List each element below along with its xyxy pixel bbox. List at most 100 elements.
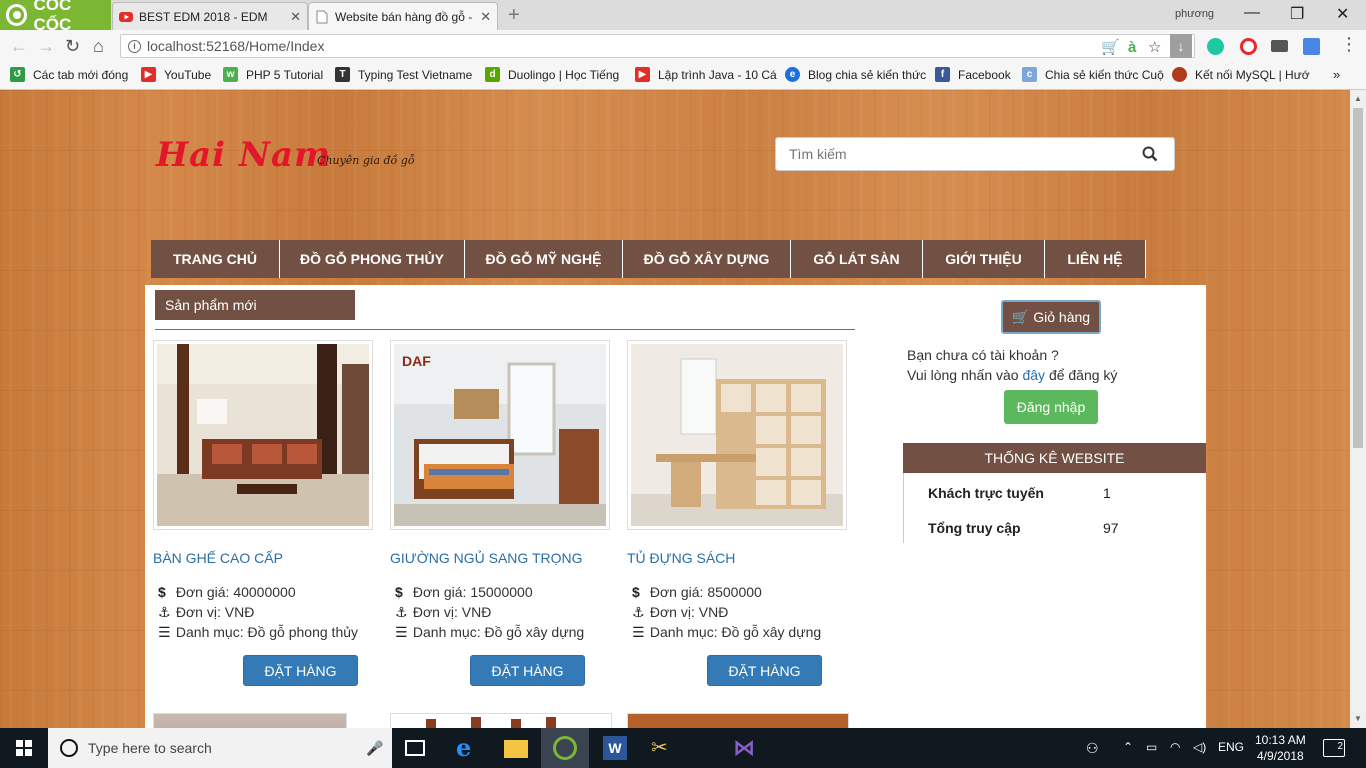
list-icon: ☰ bbox=[158, 624, 171, 640]
opera-icon[interactable] bbox=[1240, 38, 1257, 55]
cast-icon[interactable] bbox=[1271, 40, 1288, 52]
restore-icon[interactable]: ❐ bbox=[1290, 4, 1304, 24]
word-icon[interactable]: W bbox=[603, 736, 627, 760]
coccoc-logo[interactable]: CỐC CỐC bbox=[0, 0, 111, 34]
close-window-icon[interactable]: ✕ bbox=[1336, 4, 1349, 24]
scroll-up-icon[interactable]: ▲ bbox=[1354, 94, 1362, 103]
product-name[interactable]: TỦ ĐỰNG SÁCH bbox=[627, 550, 735, 566]
home-icon[interactable]: ⌂ bbox=[93, 36, 104, 57]
tab-close-icon[interactable]: ✕ bbox=[472, 9, 491, 25]
page-scrollbar[interactable]: ▲ ▼ bbox=[1350, 90, 1366, 728]
show-hidden-icons-icon[interactable]: ⌃ bbox=[1123, 740, 1133, 754]
menu-dots-icon[interactable]: ⋮ bbox=[1340, 34, 1358, 55]
coccoc-taskbar-icon[interactable] bbox=[553, 736, 577, 760]
new-tab-icon[interactable]: + bbox=[508, 4, 520, 27]
battery-icon[interactable]: ▭ bbox=[1146, 740, 1157, 754]
browser-tab-bar: CỐC CỐC BEST EDM 2018 - EDM ✕ Website bá… bbox=[0, 0, 1366, 34]
stats-title: THỐNG KÊ WEBSITE bbox=[903, 443, 1206, 473]
bookmark-item[interactable]: w PHP 5 Tutorial bbox=[223, 67, 323, 82]
dollar-icon: $ bbox=[158, 584, 166, 600]
facebook-icon: f bbox=[935, 67, 950, 82]
minimize-icon[interactable]: — bbox=[1244, 4, 1260, 22]
bookmark-star-icon[interactable]: ☆ bbox=[1148, 37, 1161, 59]
back-icon[interactable]: ← bbox=[10, 36, 28, 57]
product-image[interactable] bbox=[627, 713, 849, 728]
anchor-icon: ⚓ bbox=[158, 604, 171, 620]
tab-youtube[interactable]: BEST EDM 2018 - EDM ✕ bbox=[112, 2, 308, 30]
windows-start-icon[interactable] bbox=[16, 740, 32, 756]
site-info-icon[interactable]: i bbox=[128, 40, 141, 53]
login-button[interactable]: Đăng nhập bbox=[1004, 390, 1098, 424]
bookmark-label: Duolingo | Học Tiếng bbox=[508, 67, 620, 82]
tab-close-icon[interactable]: ✕ bbox=[282, 9, 301, 25]
bookmark-item[interactable]: d Duolingo | Học Tiếng bbox=[485, 67, 619, 82]
product-image[interactable] bbox=[153, 340, 373, 530]
edge-icon[interactable]: e bbox=[456, 736, 480, 760]
register-link[interactable]: đây bbox=[1022, 367, 1045, 383]
menu-item-do-go-phong-thuy[interactable]: ĐỒ GỖ PHONG THỦY bbox=[280, 240, 465, 278]
bookmark-item[interactable]: ▶ YouTube bbox=[141, 67, 211, 82]
scroll-down-icon[interactable]: ▼ bbox=[1354, 714, 1362, 723]
shopping-cart-icon[interactable]: 🛒 bbox=[1101, 37, 1120, 59]
product-name[interactable]: BÀN GHẾ CAO CẤP bbox=[153, 550, 283, 566]
product-image[interactable]: DAF bbox=[390, 340, 610, 530]
microphone-icon[interactable]: 🎤 bbox=[366, 740, 383, 757]
list-icon: ☰ bbox=[632, 624, 645, 640]
price-label: Đơn giá: bbox=[649, 584, 704, 600]
forward-icon[interactable]: → bbox=[37, 36, 55, 57]
unit-value: VNĐ bbox=[461, 604, 492, 620]
file-explorer-icon[interactable] bbox=[504, 740, 528, 758]
people-icon[interactable]: ⚇ bbox=[1086, 740, 1099, 757]
taskbar-search[interactable]: Type here to search 🎤 bbox=[48, 728, 392, 768]
product-name[interactable]: GIƯỜNG NGỦ SANG TRỌNG bbox=[390, 550, 583, 566]
menu-item-gioi-thieu[interactable]: GIỚI THIỆU bbox=[923, 240, 1045, 278]
bookmark-item[interactable]: e Blog chia sẻ kiến thức bbox=[785, 67, 926, 82]
order-button[interactable]: ĐẶT HÀNG bbox=[707, 655, 822, 686]
menu-item-do-go-xay-dung[interactable]: ĐỒ GỖ XÂY DỰNG bbox=[623, 240, 791, 278]
tools-icon[interactable]: ✂ bbox=[651, 736, 675, 760]
bookmark-item[interactable]: c Chia sẻ kiến thức Cuộ bbox=[1022, 67, 1164, 82]
menu-item-lien-he[interactable]: LIÊN HỆ bbox=[1045, 240, 1146, 278]
scroll-thumb[interactable] bbox=[1353, 108, 1363, 448]
menu-item-do-go-my-nghe[interactable]: ĐỒ GỖ MỸ NGHỆ bbox=[465, 240, 623, 278]
bookmark-item[interactable]: T Typing Test Vietname bbox=[335, 67, 472, 82]
url-bar[interactable]: i localhost:52168/Home/Index 🛒 à ☆ bbox=[120, 34, 1195, 58]
bookmark-item[interactable]: f Facebook bbox=[935, 67, 1011, 82]
order-button[interactable]: ĐẶT HÀNG bbox=[470, 655, 585, 686]
menu-item-go-lat-san[interactable]: GỖ LÁT SÀN bbox=[791, 240, 923, 278]
product-image[interactable] bbox=[627, 340, 847, 530]
order-button[interactable]: ĐẶT HÀNG bbox=[243, 655, 358, 686]
stat-online-value: 1 bbox=[1103, 485, 1111, 501]
visual-studio-icon[interactable]: ⋈ bbox=[733, 736, 757, 760]
translate-icon[interactable] bbox=[1303, 38, 1320, 55]
bookmark-label: Chia sẻ kiến thức Cuộ bbox=[1045, 67, 1164, 82]
wifi-icon[interactable]: ◠ bbox=[1170, 740, 1180, 754]
vietnamese-input-icon[interactable]: à bbox=[1128, 37, 1136, 59]
tab-website[interactable]: Website bán hàng đồ gỗ - ✕ bbox=[308, 2, 498, 30]
cart-icon: 🛒 bbox=[1011, 309, 1030, 325]
menu-item-trang-chu[interactable]: TRANG CHỦ bbox=[151, 240, 280, 278]
profile-name[interactable]: phương bbox=[1175, 8, 1214, 20]
cart-button[interactable]: 🛒 Giỏ hàng bbox=[1001, 300, 1101, 334]
more-bookmarks-icon[interactable]: » bbox=[1333, 67, 1340, 82]
reload-icon[interactable]: ↻ bbox=[65, 36, 80, 57]
site-logo[interactable]: Hai Nam bbox=[156, 135, 331, 175]
bookmark-item[interactable]: Kết nối MySQL | Hướ bbox=[1172, 67, 1310, 82]
download-icon[interactable]: ↓ bbox=[1170, 34, 1192, 58]
anchor-icon: ⚓ bbox=[395, 604, 408, 620]
extension-m-icon[interactable] bbox=[1207, 38, 1224, 55]
notification-icon[interactable]: 2 bbox=[1323, 739, 1345, 757]
bookmark-item[interactable]: ↺ Các tab mới đóng bbox=[10, 67, 128, 82]
product-category: ☰ Danh mục: Đồ gỗ phong thủy bbox=[158, 624, 358, 641]
no-account-text: Bạn chưa có tài khoản ? bbox=[907, 347, 1059, 363]
task-view-icon[interactable] bbox=[405, 740, 425, 756]
bookmark-item[interactable]: ▶ Lập trình Java - 10 Cá bbox=[635, 67, 777, 82]
product-image[interactable] bbox=[390, 713, 612, 728]
search-icon[interactable] bbox=[1142, 146, 1158, 162]
product-image[interactable] bbox=[153, 713, 347, 728]
volume-icon[interactable]: ◁) bbox=[1193, 740, 1206, 754]
language-indicator[interactable]: ENG bbox=[1218, 740, 1244, 754]
clock[interactable]: 10:13 AM 4/9/2018 bbox=[1255, 732, 1306, 764]
page-icon bbox=[316, 10, 328, 23]
search-input[interactable] bbox=[776, 138, 1116, 170]
